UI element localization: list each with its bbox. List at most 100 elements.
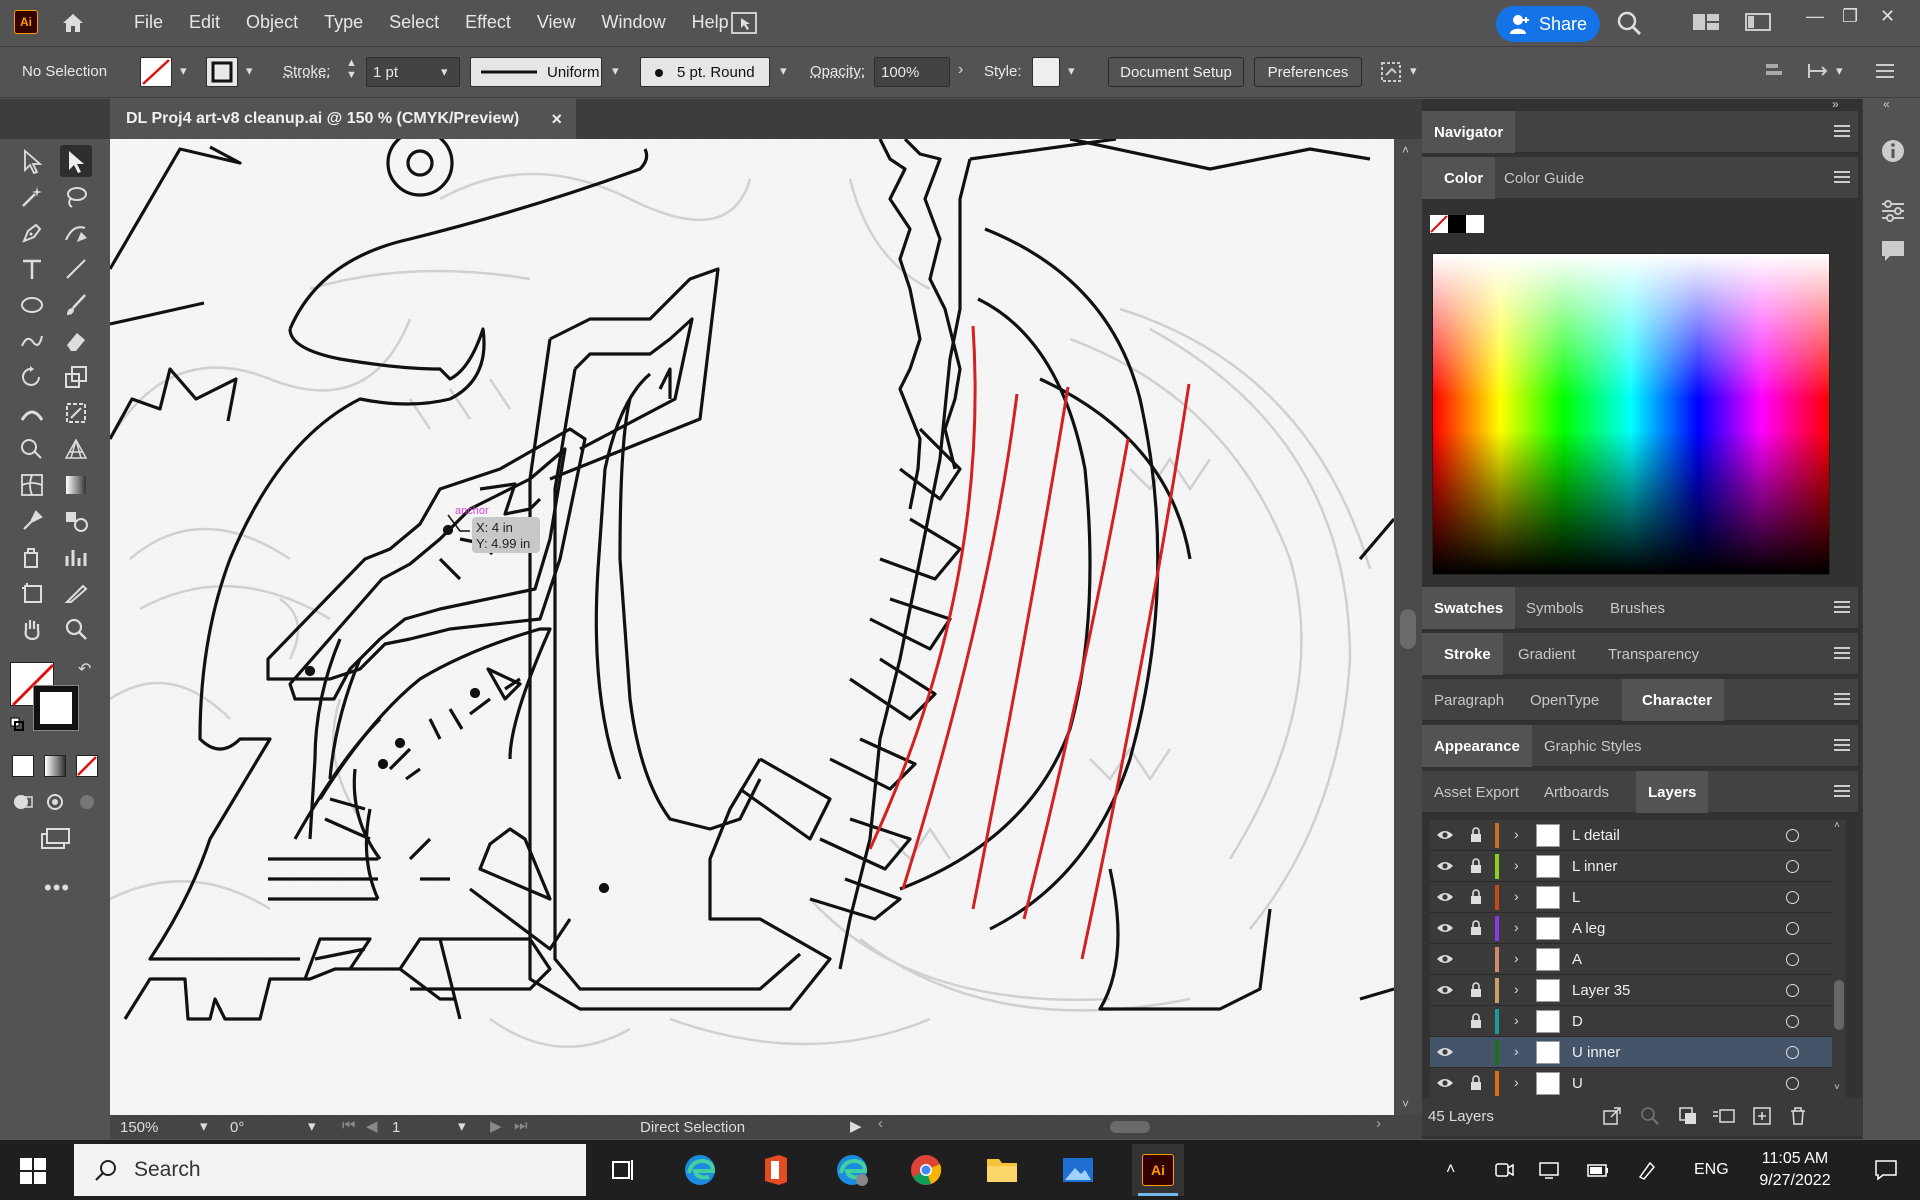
- panel-layout-icon[interactable]: [1744, 10, 1772, 39]
- language-indicator[interactable]: ENG: [1694, 1140, 1729, 1200]
- rotation-field[interactable]: 0°: [230, 1117, 310, 1137]
- visibility-eye-icon[interactable]: [1436, 983, 1454, 997]
- expand-layer-icon[interactable]: ›: [1514, 950, 1519, 966]
- menu-object[interactable]: Object: [246, 12, 298, 33]
- black-swatch[interactable]: [1448, 215, 1466, 233]
- layers-scroll-down-icon[interactable]: ˅: [1834, 1082, 1840, 1093]
- layer-name[interactable]: U: [1572, 1075, 1583, 1092]
- tab-artboards[interactable]: Artboards: [1532, 771, 1621, 813]
- tab-appearance[interactable]: Appearance: [1422, 725, 1532, 767]
- taskbar-search-box[interactable]: Search: [74, 1144, 586, 1196]
- fill-dropdown-icon[interactable]: ▾: [180, 63, 187, 79]
- screen-mode-icon[interactable]: [38, 826, 72, 852]
- panel-menu-icon[interactable]: [1834, 601, 1850, 613]
- menu-type[interactable]: Type: [324, 12, 363, 33]
- layer-row[interactable]: › L detail: [1430, 820, 1832, 851]
- lasso-tool-icon[interactable]: [60, 181, 92, 213]
- puppet-warp-icon[interactable]: [1378, 59, 1404, 90]
- zoom-field[interactable]: 150%: [120, 1117, 190, 1137]
- layers-scroll-up-icon[interactable]: ˄: [1834, 820, 1840, 831]
- shape-builder-tool-icon[interactable]: [16, 433, 48, 465]
- edge-profile-icon[interactable]: [832, 1150, 872, 1190]
- expand-layer-icon[interactable]: ›: [1514, 888, 1519, 904]
- layer-target-icon[interactable]: [1786, 984, 1799, 997]
- width-tool-icon[interactable]: [16, 397, 48, 429]
- visibility-eye-icon[interactable]: [1436, 921, 1454, 935]
- scroll-left-icon[interactable]: ‹: [878, 1115, 883, 1132]
- menu-help[interactable]: Help: [692, 12, 729, 33]
- paintbrush-tool-icon[interactable]: [60, 289, 92, 321]
- lock-icon[interactable]: [1470, 858, 1482, 874]
- panel-menu-icon[interactable]: [1834, 739, 1850, 751]
- visibility-eye-icon[interactable]: [1436, 952, 1454, 966]
- layer-row[interactable]: › Layer 35: [1430, 975, 1832, 1006]
- task-view-icon[interactable]: [604, 1150, 644, 1190]
- eyedropper-tool-icon[interactable]: [16, 505, 48, 537]
- layer-name[interactable]: Layer 35: [1572, 982, 1630, 999]
- draw-inside-icon[interactable]: [76, 791, 98, 813]
- tab-layers[interactable]: Layers: [1636, 771, 1709, 813]
- eraser-tool-icon[interactable]: [60, 325, 92, 357]
- tab-brushes[interactable]: Brushes: [1598, 587, 1677, 629]
- tray-chevron-icon[interactable]: ˄: [1446, 1140, 1455, 1200]
- expand-layer-icon[interactable]: ›: [1514, 919, 1519, 935]
- last-artboard-icon[interactable]: ⏭: [514, 1117, 528, 1134]
- layer-row[interactable]: › A: [1430, 944, 1832, 975]
- slice-tool-icon[interactable]: [60, 577, 92, 609]
- tab-swatches[interactable]: Swatches: [1422, 587, 1516, 629]
- search-icon[interactable]: [1616, 10, 1642, 41]
- visibility-eye-icon[interactable]: [1436, 828, 1454, 842]
- align-icon[interactable]: [1764, 61, 1784, 86]
- lock-icon[interactable]: [1470, 827, 1482, 843]
- blend-tool-icon[interactable]: [60, 505, 92, 537]
- layer-row[interactable]: › U inner: [1430, 1037, 1832, 1068]
- tab-symbols[interactable]: Symbols: [1514, 587, 1596, 629]
- tab-opentype[interactable]: OpenType: [1518, 679, 1611, 721]
- artboard-dropdown-icon[interactable]: ▾: [458, 1117, 466, 1135]
- tab-navigator[interactable]: Navigator: [1422, 111, 1516, 153]
- hand-tool-icon[interactable]: [16, 613, 48, 645]
- gradient-tool-icon[interactable]: [60, 469, 92, 501]
- tab-paragraph[interactable]: Paragraph: [1422, 679, 1516, 721]
- profile-dropdown-icon[interactable]: ▾: [612, 63, 619, 79]
- photos-icon[interactable]: [1058, 1150, 1098, 1190]
- rotation-dropdown-icon[interactable]: ▾: [308, 1117, 316, 1135]
- layer-name[interactable]: A: [1572, 951, 1582, 968]
- home-icon[interactable]: [60, 10, 86, 36]
- graphic-style-swatch[interactable]: [1032, 57, 1060, 87]
- expand-layer-icon[interactable]: ›: [1514, 1074, 1519, 1090]
- layers-scrollbar[interactable]: ˄ ˅: [1832, 820, 1846, 1098]
- tab-stroke[interactable]: Stroke: [1422, 633, 1503, 675]
- menu-select[interactable]: Select: [389, 12, 439, 33]
- mesh-tool-icon[interactable]: [16, 469, 48, 501]
- layer-target-icon[interactable]: [1786, 860, 1799, 873]
- layer-name[interactable]: A leg: [1572, 920, 1605, 937]
- office-icon[interactable]: [756, 1150, 796, 1190]
- close-window-icon[interactable]: ✕: [1880, 6, 1895, 27]
- panel-menu-icon[interactable]: [1834, 171, 1850, 183]
- tab-asset-export[interactable]: Asset Export: [1422, 771, 1531, 813]
- lock-icon[interactable]: [1470, 951, 1482, 967]
- battery-icon[interactable]: [1586, 1140, 1610, 1200]
- tab-color[interactable]: Color: [1422, 157, 1496, 199]
- notifications-icon[interactable]: [1874, 1140, 1898, 1200]
- visibility-eye-icon[interactable]: [1436, 1014, 1454, 1028]
- layer-name[interactable]: L inner: [1572, 858, 1617, 875]
- opacity-field[interactable]: 100%: [874, 57, 950, 87]
- windows-start-icon[interactable]: [20, 1158, 46, 1184]
- workspace-layout-icon[interactable]: [1692, 10, 1720, 39]
- artboard-tool-icon[interactable]: [16, 577, 48, 609]
- scale-tool-icon[interactable]: [60, 361, 92, 393]
- type-tool-icon[interactable]: [16, 253, 48, 285]
- meet-now-icon[interactable]: [1494, 1140, 1514, 1200]
- lock-icon[interactable]: [1470, 920, 1482, 936]
- file-explorer-icon[interactable]: [982, 1150, 1022, 1190]
- tab-gradient[interactable]: Gradient: [1506, 633, 1588, 675]
- illustrator-taskbar-icon[interactable]: Ai: [1132, 1144, 1184, 1196]
- clipping-mask-icon[interactable]: [1678, 1106, 1698, 1131]
- preferences-button[interactable]: Preferences: [1254, 57, 1362, 87]
- lock-icon[interactable]: [1470, 1013, 1482, 1029]
- tool-options-dropdown-icon[interactable]: ▾: [1410, 63, 1417, 79]
- stroke-swatch[interactable]: [206, 57, 238, 87]
- first-artboard-icon[interactable]: ⏮: [342, 1117, 356, 1134]
